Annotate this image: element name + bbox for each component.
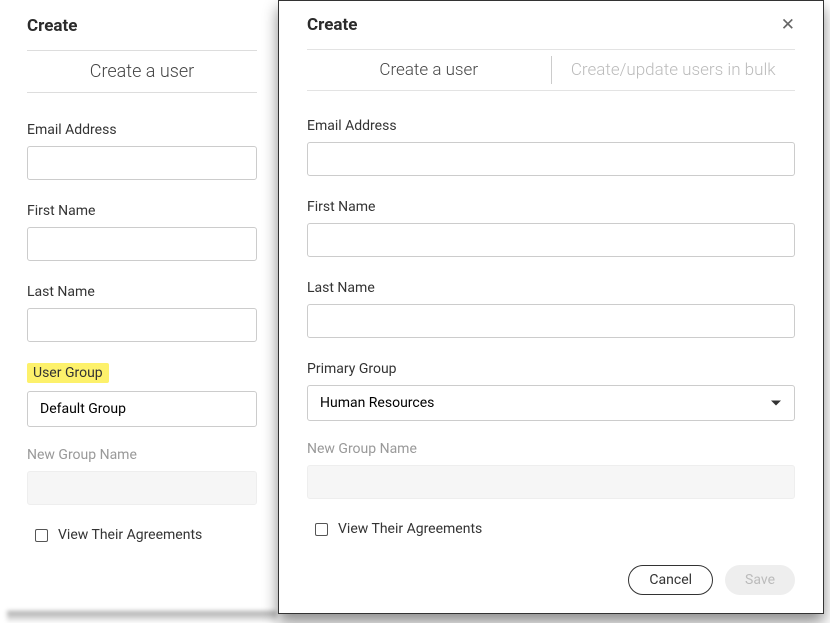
- new-group-label: New Group Name: [27, 447, 257, 463]
- view-agreements-label: View Their Agreements: [58, 527, 202, 543]
- modal-header: Create ✕: [307, 15, 795, 35]
- last-name-field[interactable]: [27, 308, 257, 342]
- tab-bulk-users[interactable]: Create/update users in bulk: [552, 50, 796, 90]
- new-group-field: [307, 465, 795, 499]
- create-modal: Create ✕ Create a user Create/update use…: [278, 0, 824, 614]
- new-group-field: [27, 471, 257, 505]
- modal-title: Create: [307, 15, 357, 35]
- back-create-panel: Create Create a user Email Address First…: [7, 6, 277, 611]
- last-name-label: Last Name: [27, 284, 95, 300]
- primary-group-label: Primary Group: [307, 361, 397, 377]
- primary-group-select[interactable]: Human Resources: [307, 385, 795, 421]
- email-label: Email Address: [307, 118, 397, 134]
- back-panel-shadow: [7, 611, 277, 623]
- chevron-down-icon: [771, 401, 781, 406]
- tab-create-user[interactable]: Create a user: [307, 50, 551, 90]
- checkbox-icon[interactable]: [315, 523, 328, 536]
- primary-group-value: Human Resources: [307, 385, 795, 421]
- user-group-value: Default Group: [27, 391, 257, 427]
- first-name-label: First Name: [307, 199, 375, 215]
- last-name-label: Last Name: [307, 280, 375, 296]
- back-tab-create-user[interactable]: Create a user: [27, 50, 257, 93]
- save-button: Save: [725, 565, 795, 595]
- user-group-label: User Group: [27, 363, 109, 383]
- last-name-field[interactable]: [307, 304, 795, 338]
- email-field[interactable]: [307, 142, 795, 176]
- first-name-label: First Name: [27, 203, 95, 219]
- view-agreements-row[interactable]: View Their Agreements: [315, 521, 795, 537]
- modal-tabs: Create a user Create/update users in bul…: [307, 49, 795, 91]
- view-agreements-label: View Their Agreements: [338, 521, 482, 537]
- new-group-label: New Group Name: [307, 441, 795, 457]
- checkbox-icon[interactable]: [35, 529, 48, 542]
- close-icon[interactable]: ✕: [781, 15, 795, 35]
- user-group-select[interactable]: Default Group: [27, 391, 257, 427]
- email-field[interactable]: [27, 146, 257, 180]
- first-name-field[interactable]: [307, 223, 795, 257]
- view-agreements-row[interactable]: View Their Agreements: [35, 527, 257, 543]
- back-panel-title: Create: [27, 16, 257, 36]
- first-name-field[interactable]: [27, 227, 257, 261]
- email-label: Email Address: [27, 122, 117, 138]
- cancel-button[interactable]: Cancel: [628, 565, 713, 595]
- modal-actions: Cancel Save: [628, 565, 795, 595]
